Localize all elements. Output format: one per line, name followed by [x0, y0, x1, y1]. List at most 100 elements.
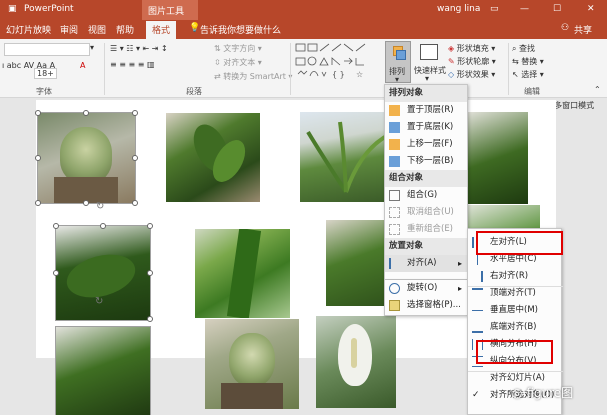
- photo-bottom-left[interactable]: [55, 326, 151, 415]
- align-center-label: 水平居中(C): [490, 254, 537, 264]
- send-backward-item[interactable]: 下移一层(B): [385, 153, 467, 170]
- chevron-down-icon: ▾: [425, 74, 430, 83]
- tab-review[interactable]: 审阅: [60, 23, 78, 36]
- align-icons[interactable]: ≡ ≡ ≡ ≡ ▥: [110, 60, 155, 69]
- tab-slideshow[interactable]: 幻灯片放映: [6, 23, 51, 36]
- collapse-ribbon-icon[interactable]: ⌃: [594, 85, 601, 94]
- selection-pane-item[interactable]: 选择窗格(P)...: [385, 297, 467, 314]
- rotate-handle-icon[interactable]: ↻: [95, 296, 103, 307]
- replace-button[interactable]: ⇆ 替换 ▾: [512, 56, 544, 67]
- ribbon-display-icon[interactable]: ▭: [490, 4, 499, 14]
- arrange-button[interactable]: 排列 ▾: [385, 41, 411, 84]
- shapes-gallery[interactable]: { } ☆: [294, 42, 384, 84]
- select-label: 选择: [521, 70, 538, 79]
- shape-fill-button[interactable]: ◈ 形状填充 ▾: [448, 43, 495, 54]
- resize-handle[interactable]: [100, 223, 106, 229]
- align-top-item[interactable]: 顶端对齐(T): [468, 285, 561, 302]
- font-color-icon[interactable]: A: [80, 61, 85, 70]
- save-icon[interactable]: ▣: [8, 4, 17, 14]
- ungroup-label: 取消组合(U): [407, 207, 454, 217]
- maximize-icon[interactable]: ☐: [553, 4, 561, 14]
- convert-smartart-button[interactable]: ⇄ 转换为 SmartArt ▾: [214, 71, 292, 82]
- rotate-item[interactable]: 旋转(O) ▸: [385, 280, 467, 297]
- bring-forward-item[interactable]: 上移一层(F): [385, 136, 467, 153]
- shapes-gallery-icons[interactable]: { } ☆: [294, 42, 384, 84]
- close-icon[interactable]: ✕: [587, 4, 595, 14]
- tell-me-search[interactable]: 告诉我你想要做什么: [200, 23, 281, 36]
- font-size-value[interactable]: 18+: [34, 68, 57, 79]
- share-icon: ⚇: [561, 23, 570, 33]
- align-text-button[interactable]: ⇳ 对齐文本 ▾: [214, 57, 262, 68]
- photo-leafy-plant[interactable]: [166, 113, 260, 202]
- align-right-item[interactable]: 右对齐(R): [468, 268, 561, 285]
- pot: [221, 383, 283, 409]
- rotate-handle-icon[interactable]: ↻: [96, 201, 104, 212]
- tab-format[interactable]: 格式: [146, 21, 177, 39]
- photo-plant-right[interactable]: [468, 112, 528, 204]
- align-icon: [389, 258, 400, 269]
- resize-handle[interactable]: [35, 110, 41, 116]
- resize-handle[interactable]: [147, 223, 153, 229]
- resize-handle[interactable]: [35, 200, 41, 206]
- shape-effects-label: 形状效果: [456, 70, 489, 79]
- resize-handle[interactable]: [35, 155, 41, 161]
- tab-view[interactable]: 视图: [88, 23, 106, 36]
- font-name-box[interactable]: [4, 43, 90, 56]
- align-item[interactable]: 对齐(A) ▸: [385, 255, 467, 272]
- ribbon-tabs: 幻灯片放映 审阅 视图 帮助 格式 💡 告诉我你想要做什么 ⚇ 共享: [0, 20, 607, 39]
- regroup-item[interactable]: 重新组合(E): [385, 221, 467, 238]
- chevron-down-icon[interactable]: ▾: [90, 43, 94, 52]
- font-size-box[interactable]: 18+: [34, 68, 57, 79]
- shape-effects-button[interactable]: ◇ 形状效果 ▾: [448, 69, 495, 80]
- find-button[interactable]: ⌕ 查找: [512, 43, 535, 54]
- watermark-text: figure图: [526, 386, 574, 400]
- photo-cactus-2[interactable]: [205, 319, 299, 409]
- convert-smartart-label: 转换为 SmartArt: [223, 72, 286, 81]
- pen-icon: ✎: [448, 57, 455, 66]
- resize-handle[interactable]: [132, 110, 138, 116]
- photo-white-flower[interactable]: [316, 316, 396, 408]
- shape-outline-button[interactable]: ✎ 形状轮廓 ▾: [448, 56, 496, 67]
- bring-to-front-item[interactable]: 置于顶层(R): [385, 102, 467, 119]
- selection-pane-label: 选择窗格(P)...: [407, 300, 461, 310]
- send-to-back-item[interactable]: 置于底层(K): [385, 119, 467, 136]
- find-label: 查找: [519, 44, 536, 53]
- align-middle-item[interactable]: 垂直居中(M): [468, 302, 561, 319]
- user-name[interactable]: wang lina: [437, 4, 480, 14]
- resize-handle[interactable]: [53, 223, 59, 229]
- text-direction-button[interactable]: ⇅ 文字方向 ▾: [214, 43, 262, 54]
- resize-handle[interactable]: [53, 270, 59, 276]
- resize-handle[interactable]: [83, 110, 89, 116]
- minimize-icon[interactable]: —: [520, 4, 529, 14]
- cursor-icon: ↖: [512, 70, 519, 79]
- resize-handle[interactable]: [132, 155, 138, 161]
- find-icon: ⌕: [512, 44, 517, 53]
- context-title: 图片工具: [148, 7, 185, 17]
- tab-help[interactable]: 帮助: [116, 23, 134, 36]
- select-button[interactable]: ↖ 选择 ▾: [512, 69, 544, 80]
- watermark: ◎ figure图: [512, 384, 573, 401]
- quick-styles-button[interactable]: 快速样式 ▾: [414, 41, 446, 83]
- group-item[interactable]: 组合(G): [385, 187, 467, 204]
- chevron-right-icon: ▸: [457, 284, 462, 293]
- resize-handle[interactable]: [83, 200, 89, 206]
- ungroup-item[interactable]: 取消组合(U): [385, 204, 467, 221]
- resize-handle[interactable]: [147, 270, 153, 276]
- photo-cactus[interactable]: [37, 112, 136, 204]
- align-right-icon: [472, 271, 483, 282]
- resize-handle[interactable]: [147, 316, 153, 322]
- chevron-right-icon: ▸: [457, 259, 462, 268]
- align-bottom-item[interactable]: 底端对齐(B): [468, 319, 561, 336]
- photo-spider-plant[interactable]: [300, 112, 393, 202]
- highlight-align-left: [476, 231, 563, 255]
- rotate-label: 旋转(O): [407, 283, 438, 293]
- group-font-label: 字体: [36, 87, 52, 96]
- resize-handle[interactable]: [132, 200, 138, 206]
- section-position: 放置对象: [385, 238, 467, 255]
- list-icons[interactable]: ☰ ▾ ☷ ▾ ⇤ ⇥ ↕: [110, 44, 168, 53]
- section-order: 排列对象: [385, 85, 467, 102]
- cactus-body: [60, 127, 112, 183]
- leaf: [226, 229, 262, 318]
- share-button[interactable]: 共享: [574, 23, 592, 36]
- photo-green-leaves[interactable]: [195, 229, 290, 318]
